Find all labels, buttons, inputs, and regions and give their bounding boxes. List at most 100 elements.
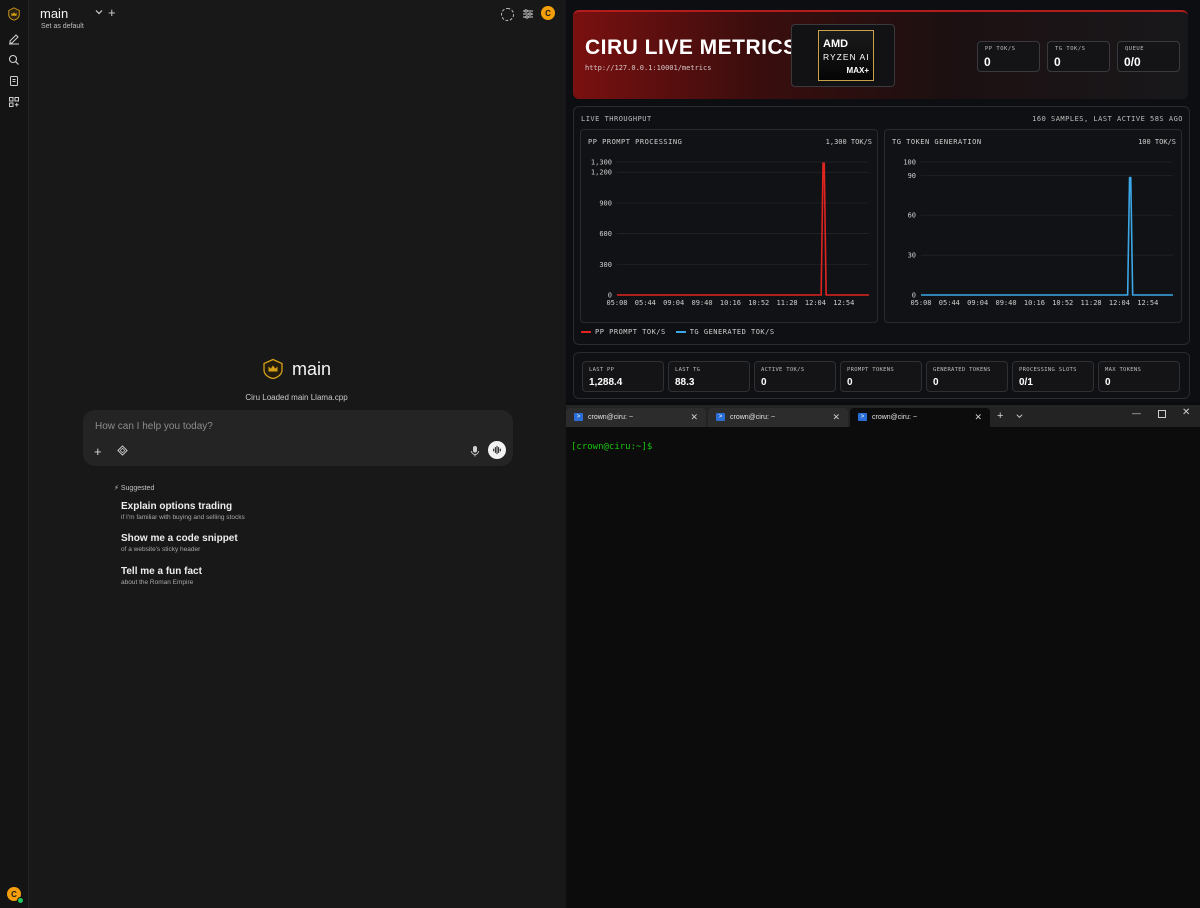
header-stat-pp: PP TOK/S 0 <box>977 41 1040 72</box>
powershell-icon: > <box>858 413 867 421</box>
sparkle-icon: ⚡︎ <box>114 485 119 492</box>
hero-title: main <box>291 358 331 379</box>
pp-chart: 03006009001,2001,30005:08 05:44 09:04 09:40… <box>591 159 869 307</box>
plus-icon[interactable]: + <box>94 444 102 459</box>
series-line <box>921 176 1173 296</box>
chevron-down-icon[interactable] <box>94 7 104 17</box>
y-tick-label: 90 <box>908 172 916 180</box>
crown-logo-icon <box>263 358 283 380</box>
stats-row: LAST PP 1,288.4 LAST TG 88.3 ACTIVE TOK/S 0… <box>573 352 1190 399</box>
header-stat-tg: TG TOK/S 0 <box>1047 41 1110 72</box>
amd-ryzen-logo: AMD RYZEN AI MAX+ <box>818 30 874 81</box>
stat-active-toks: ACTIVE TOK/S 0 <box>754 361 836 392</box>
x-tick-label: 11:28 <box>777 299 798 307</box>
user-avatar[interactable]: C <box>541 6 555 20</box>
terminal-window: > crown@ciru: ~ ✕ > crown@ciru: ~ ✕ > cr… <box>566 405 1200 908</box>
chat-app: main + Set as default C main Ciru Loaded… <box>0 0 565 908</box>
terminal-tabbar: > crown@ciru: ~ ✕ > crown@ciru: ~ ✕ > cr… <box>566 405 1200 427</box>
right-pane: CIRU LIVE METRICS http://127.0.0.1:10001… <box>566 0 1200 908</box>
y-tick-label: 30 <box>908 252 916 260</box>
x-tick-label: 12:54 <box>1137 299 1158 307</box>
y-tick-label: 600 <box>599 230 612 238</box>
metrics-header: CIRU LIVE METRICS http://127.0.0.1:10001… <box>573 10 1188 99</box>
y-tick-label: 900 <box>599 199 612 207</box>
terminal-tab[interactable]: > crown@ciru: ~ ✕ <box>708 408 848 427</box>
suggestion-item[interactable]: Show me a code snippet of a website's st… <box>121 533 238 553</box>
chat-topbar: main + Set as default C <box>28 0 565 36</box>
close-icon[interactable]: ✕ <box>832 412 840 423</box>
chevron-down-icon[interactable] <box>1015 412 1024 420</box>
x-tick-label: 10:52 <box>748 299 769 307</box>
close-icon[interactable]: ✕ <box>690 412 698 423</box>
x-tick-label: 12:04 <box>1109 299 1130 307</box>
window-close-button[interactable]: ✕ <box>1182 407 1190 418</box>
powershell-icon: > <box>574 413 583 421</box>
y-tick-label: 1,200 <box>591 169 612 177</box>
stat-generated-tokens: GENERATED TOKENS 0 <box>926 361 1008 392</box>
tools-icon[interactable] <box>117 445 128 456</box>
mic-icon[interactable] <box>470 445 480 457</box>
sidebar-rail <box>0 0 29 908</box>
tg-chart-panel: TG TOKEN GENERATION 100 TOK/S 0 30 60 90 100… <box>884 129 1182 323</box>
chart-legend: PP PROMPT TOK/S TG GENERATED TOK/S <box>581 328 775 336</box>
terminal-tab-active[interactable]: > crown@ciru: ~ ✕ <box>850 408 990 427</box>
minimize-button[interactable]: — <box>1132 408 1141 418</box>
search-icon[interactable] <box>6 52 22 68</box>
metrics-dashboard: CIRU LIVE METRICS http://127.0.0.1:10001… <box>566 0 1200 402</box>
samples-info: 160 SAMPLES, LAST ACTIVE 58S AGO <box>1032 115 1183 123</box>
stat-processing-slots: PROCESSING SLOTS 0/1 <box>1012 361 1094 392</box>
terminal-prompt[interactable]: [crown@ciru:~]$ <box>571 442 652 452</box>
x-tick-label: 09:40 <box>996 299 1017 307</box>
x-tick-label: 09:04 <box>663 299 684 307</box>
stat-max-tokens: MAX TOKENS 0 <box>1098 361 1180 392</box>
x-tick-label: 12:54 <box>833 299 854 307</box>
message-input[interactable] <box>93 420 457 433</box>
sliders-icon[interactable] <box>522 8 534 20</box>
throughput-panel: LIVE THROUGHPUT 160 SAMPLES, LAST ACTIVE… <box>573 106 1190 345</box>
x-tick-label: 05:08 <box>910 299 931 307</box>
dashed-circle-icon[interactable] <box>501 8 514 21</box>
tg-chart: 030609010005:08 05:44 09:04 09:40 10:16 10:52… <box>903 159 1173 307</box>
x-tick-label: 10:16 <box>720 299 741 307</box>
crown-logo-icon[interactable] <box>6 6 22 22</box>
x-tick-label: 09:40 <box>692 299 713 307</box>
chat-hero: main Ciru Loaded main Llama.cpp <box>28 358 565 403</box>
series-line <box>617 162 869 296</box>
y-tick-label: 1,300 <box>591 159 612 167</box>
y-tick-label: 60 <box>908 212 916 220</box>
x-tick-label: 12:04 <box>805 299 826 307</box>
x-tick-label: 10:16 <box>1024 299 1045 307</box>
legend-item-pp: PP PROMPT TOK/S <box>581 328 666 336</box>
pp-chart-panel: PP PROMPT PROCESSING 1,300 TOK/S 0 300 600… <box>580 129 878 323</box>
x-tick-label: 05:44 <box>939 299 960 307</box>
hero-subtitle: Ciru Loaded main Llama.cpp <box>245 393 348 402</box>
stat-last-pp: LAST PP 1,288.4 <box>582 361 664 392</box>
voice-mode-button[interactable] <box>488 441 506 459</box>
header-stat-queue: QUEUE 0/0 <box>1117 41 1180 72</box>
set-default-link[interactable]: Set as default <box>41 23 84 30</box>
maximize-button[interactable] <box>1158 410 1166 418</box>
suggestion-item[interactable]: Explain options trading if I'm familiar … <box>121 501 245 521</box>
x-tick-label: 05:08 <box>606 299 627 307</box>
model-selector[interactable]: main <box>40 6 68 21</box>
throughput-label: LIVE THROUGHPUT <box>581 115 652 123</box>
add-model-button[interactable]: + <box>108 5 116 20</box>
x-tick-label: 05:44 <box>635 299 656 307</box>
notes-icon[interactable] <box>6 73 22 89</box>
stat-last-tg: LAST TG 88.3 <box>668 361 750 392</box>
y-tick-label: 100 <box>903 159 916 167</box>
close-icon[interactable]: ✕ <box>974 412 982 423</box>
x-tick-label: 11:28 <box>1081 299 1102 307</box>
online-status-dot <box>17 897 24 904</box>
new-tab-button[interactable]: + <box>997 410 1003 422</box>
metrics-url[interactable]: http://127.0.0.1:10001/metrics <box>585 64 711 72</box>
x-tick-label: 09:04 <box>967 299 988 307</box>
suggested-label: ⚡︎ Suggested <box>114 485 155 492</box>
new-chat-icon[interactable] <box>6 31 22 47</box>
terminal-tab[interactable]: > crown@ciru: ~ ✕ <box>566 408 706 427</box>
message-composer: + <box>83 410 513 466</box>
stat-prompt-tokens: PROMPT TOKENS 0 <box>840 361 922 392</box>
workspace-icon[interactable] <box>6 94 22 110</box>
suggestion-item[interactable]: Tell me a fun fact about the Roman Empir… <box>121 566 202 586</box>
y-tick-label: 300 <box>599 261 612 269</box>
